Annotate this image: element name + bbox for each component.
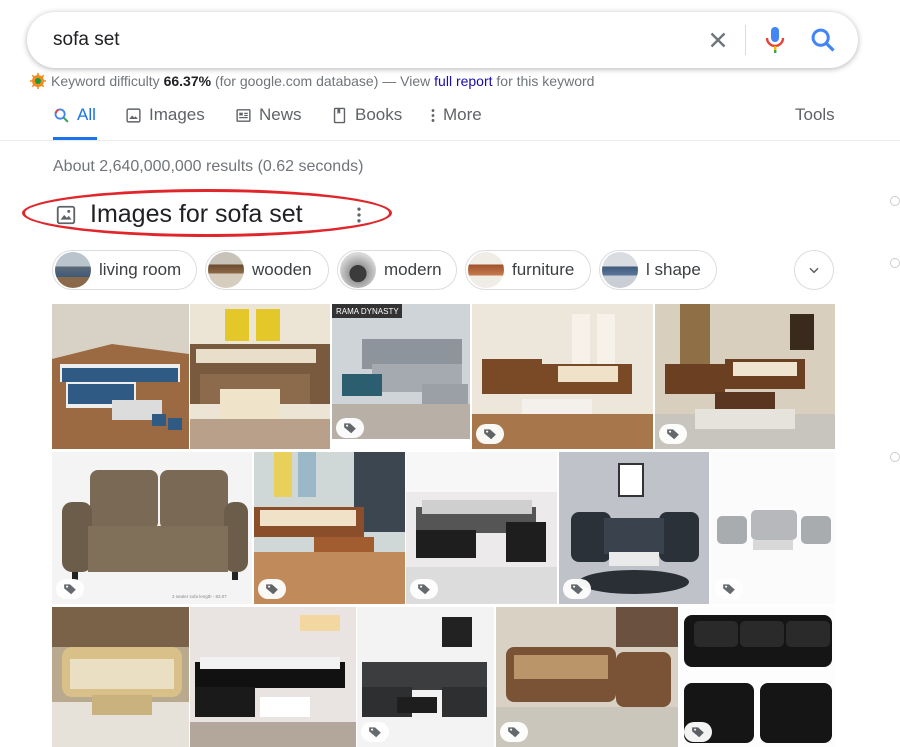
chip-label: furniture (512, 260, 575, 279)
shopping-tag-badge[interactable] (336, 418, 364, 438)
tag-icon (64, 584, 76, 595)
tab-label: News (259, 105, 302, 124)
edge-dot (890, 452, 900, 462)
brand-watermark: RAMA DYNASTY (336, 307, 399, 316)
expand-chips-button[interactable] (794, 250, 834, 290)
tab-more[interactable]: More (428, 104, 482, 126)
keyword-difficulty-bar: Keyword difficulty 66.37% (for google.co… (30, 73, 594, 89)
chevron-down-icon (809, 267, 819, 274)
tag-icon (667, 429, 679, 440)
shopping-tag-badge[interactable] (410, 579, 438, 599)
chip-l-shape[interactable]: l shape (599, 250, 717, 290)
tab-label: Books (355, 105, 403, 124)
clear-icon[interactable] (705, 27, 731, 53)
chip-label: l shape (646, 260, 701, 279)
edge-dot (890, 196, 900, 206)
image-result[interactable] (190, 607, 356, 747)
chip-wooden[interactable]: wooden (205, 250, 329, 290)
tag-icon (266, 584, 278, 595)
tag-icon (418, 584, 430, 595)
keyword-percent: 66.37% (163, 73, 212, 89)
chip-thumbnail (468, 252, 504, 288)
keyword-label: Keyword difficulty (51, 73, 160, 89)
tabs-divider (0, 140, 900, 141)
tab-label: More (443, 105, 482, 124)
result-stats: About 2,640,000,000 results (0.62 second… (53, 158, 364, 175)
search-icon (54, 108, 69, 123)
chip-label: modern (384, 260, 442, 279)
image-icon (56, 205, 76, 225)
images-heading[interactable]: Images for sofa set (90, 200, 303, 229)
sofa-photo (52, 607, 189, 747)
tab-books[interactable]: Books (331, 104, 402, 126)
tag-icon (723, 584, 735, 595)
chip-living-room[interactable]: living room (52, 250, 197, 290)
tag-icon (369, 727, 381, 738)
tools-button[interactable]: Tools (795, 104, 835, 126)
shopping-tag-badge[interactable] (715, 579, 743, 599)
tab-news[interactable]: News (235, 104, 302, 126)
chip-thumbnail (602, 252, 638, 288)
shopping-tag-badge[interactable] (361, 722, 389, 742)
tab-label: Images (149, 105, 205, 124)
chip-modern[interactable]: modern (337, 250, 457, 290)
shopping-tag-badge[interactable] (500, 722, 528, 742)
tab-images[interactable]: Images (125, 104, 205, 126)
image-result[interactable] (52, 304, 189, 449)
sofa-photo (190, 607, 356, 747)
tag-icon (692, 727, 704, 738)
search-input[interactable]: sofa set (53, 29, 120, 51)
chip-furniture[interactable]: furniture (465, 250, 591, 290)
full-report-link[interactable]: full report (434, 73, 492, 89)
sofa-photo (190, 304, 330, 449)
image-result[interactable] (190, 304, 330, 449)
search-box[interactable]: sofa set (27, 12, 858, 68)
tab-label: All (77, 105, 96, 124)
chip-thumbnail (208, 252, 244, 288)
shopping-tag-badge[interactable] (258, 579, 286, 599)
seo-extension-icon (30, 73, 46, 89)
chip-thumbnail (340, 252, 376, 288)
chip-label: living room (99, 260, 182, 279)
more-vert-icon[interactable] (354, 205, 364, 225)
shopping-tag-badge[interactable] (56, 579, 84, 599)
tools-label: Tools (795, 105, 835, 124)
shopping-tag-badge[interactable] (476, 424, 504, 444)
tag-icon (484, 429, 496, 440)
shopping-tag-badge[interactable] (659, 424, 687, 444)
more-vert-icon (431, 108, 435, 122)
mic-icon[interactable] (764, 26, 786, 54)
tag-icon (571, 584, 583, 595)
chip-thumbnail (55, 252, 91, 288)
keyword-middle: (for google.com database) — View (214, 73, 431, 89)
tag-icon (344, 423, 356, 434)
shopping-tag-badge[interactable] (563, 579, 591, 599)
image-icon (126, 107, 141, 123)
divider (745, 25, 746, 55)
tag-icon (508, 727, 520, 738)
shopping-tag-badge[interactable] (684, 722, 712, 742)
news-icon (236, 108, 251, 122)
image-result[interactable] (52, 607, 189, 747)
sofa-photo (52, 304, 189, 449)
edge-dot (890, 258, 900, 268)
keyword-suffix: for this keyword (496, 73, 595, 89)
tab-all[interactable]: All (53, 104, 96, 126)
chip-label: wooden (252, 260, 312, 279)
book-icon (333, 107, 346, 123)
search-icon[interactable] (809, 26, 837, 54)
